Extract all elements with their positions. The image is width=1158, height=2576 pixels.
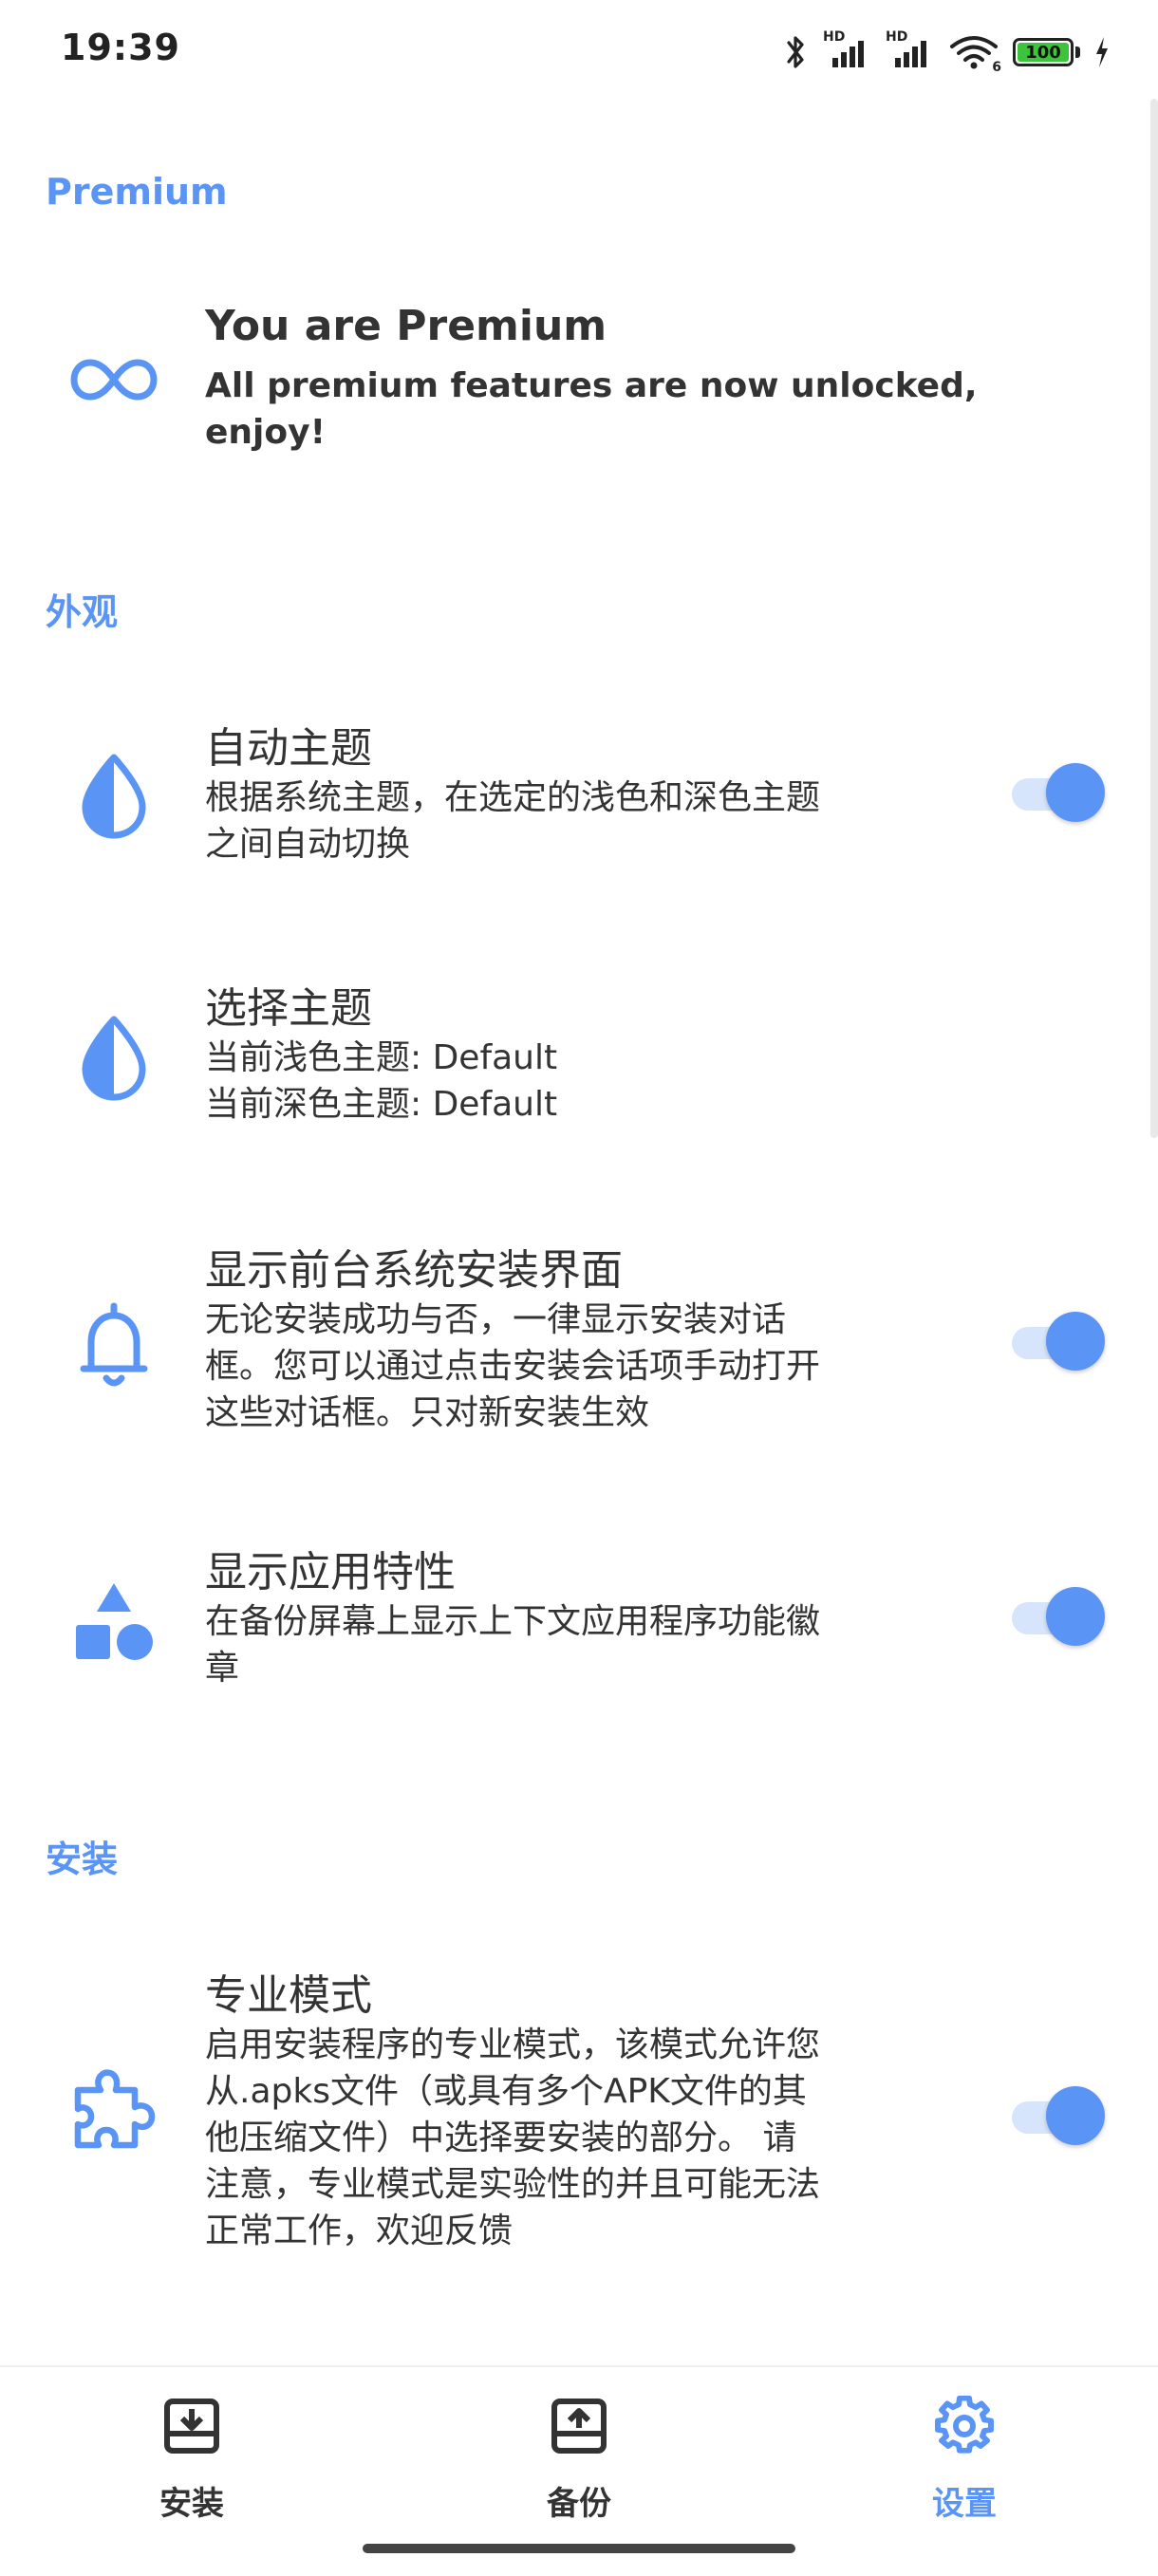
show-app-features-summary: 在备份屏幕上显示上下文应用程序功能徽 章 [205,1598,945,1691]
status-time: 19:39 [61,27,180,68]
signal-2-icon: HD [886,29,935,71]
switch-thumb [1046,2086,1105,2145]
auto-theme-title: 自动主题 [205,724,372,773]
nav-item-settings[interactable]: 设置 [850,2395,1078,2523]
battery-level: 100 [1018,43,1069,63]
choose-theme-summary-line: 当前浅色主题: Default [205,1038,558,1077]
show-installer-ui-summary-line: 无论安装成功与否，一律显示安装对话 [205,1300,787,1339]
show-app-features-title: 显示应用特性 [205,1548,456,1596]
show-installer-ui-summary: 无论安装成功与否，一律显示安装对话 框。您可以通过点击安装会话项手动打开 这些对… [205,1297,945,1436]
wifi-label: 6 [992,60,1001,75]
wifi-icon: 6 [948,33,1001,75]
gear-icon [934,2395,995,2456]
charging-icon [1096,37,1108,67]
shapes-icon [68,1577,159,1669]
auto-theme-pref[interactable]: 自动主题 根据系统主题，在选定的浅色和深色主题 之间自动切换 [0,693,1158,902]
signal-1-icon: HD [823,29,872,71]
show-installer-ui-switch[interactable] [1008,1312,1107,1372]
switch-thumb [1046,763,1105,822]
auto-theme-switch[interactable] [1008,763,1107,824]
switch-thumb [1046,1587,1105,1646]
status-icons: HD HD 6 100 [781,28,1111,76]
pro-mode-summary-line: 注意，专业模式是实验性的并且可能无法 [205,2165,821,2204]
nav-label-install: 安装 [159,2485,224,2523]
backup-tray-icon [549,2396,609,2456]
premium-title: You are Premium [205,302,607,350]
pro-mode-summary-line: 从.apks文件（或具有多个APK文件的其 [205,2072,807,2111]
auto-theme-summary-line: 根据系统主题，在选定的浅色和深色主题 [205,778,821,817]
show-installer-ui-summary-line: 框。您可以通过点击安装会话项手动打开 [205,1347,821,1386]
show-app-features-switch[interactable] [1008,1587,1107,1648]
show-installer-ui-pref[interactable]: 显示前台系统安装界面 无论安装成功与否，一律显示安装对话 框。您可以通过点击安装… [0,1224,1158,1471]
switch-thumb [1046,1312,1105,1371]
pro-mode-summary-line: 启用安装程序的专业模式，该模式允许您 [205,2025,821,2064]
show-installer-ui-summary-line: 这些对话框。只对新安装生效 [205,1393,650,1432]
auto-theme-summary: 根据系统主题，在选定的浅色和深色主题 之间自动切换 [205,775,945,868]
premium-summary-line: enjoy! [205,413,327,452]
pro-mode-switch[interactable] [1008,2086,1107,2147]
bluetooth-icon [787,36,804,68]
nav-label-settings: 设置 [932,2485,997,2523]
drop-half-icon [68,750,159,841]
show-app-features-summary-line: 在备份屏幕上显示上下文应用程序功能徽 [205,1602,821,1641]
show-installer-ui-title: 显示前台系统安装界面 [205,1246,623,1295]
choose-theme-summary-line: 当前深色主题: Default [205,1085,558,1124]
pro-mode-summary-line: 正常工作，欢迎反馈 [205,2212,514,2250]
pro-mode-title: 专业模式 [205,1971,372,2020]
bell-icon [68,1300,159,1391]
premium-summary-line: All premium features are now unlocked, [205,366,978,405]
nav-label-backup: 备份 [547,2485,611,2523]
premium-pref[interactable]: You are Premium All premium features are… [0,275,1158,513]
show-app-features-pref[interactable]: 显示应用特性 在备份屏幕上显示上下文应用程序功能徽 章 [0,1530,1158,1720]
premium-summary: All premium features are now unlocked, e… [205,363,978,456]
status-bar: 19:39 HD HD 6 100 [0,0,1158,104]
nav-item-install[interactable]: 安装 [78,2396,306,2523]
install-tray-icon [161,2396,222,2456]
nav-item-backup[interactable]: 备份 [465,2396,693,2523]
choose-theme-title: 选择主题 [205,984,372,1033]
pro-mode-summary-line: 他压缩文件）中选择要安装的部分。 请 [205,2119,797,2157]
gesture-bar[interactable] [363,2544,795,2553]
battery-icon: 100 [1013,38,1080,66]
infinity-icon [68,334,159,425]
pro-mode-pref[interactable]: 专业模式 启用安装程序的专业模式，该模式允许您 从.apks文件（或具有多个AP… [0,1946,1158,2268]
pro-mode-summary: 启用安装程序的专业模式，该模式允许您 从.apks文件（或具有多个APK文件的其… [205,2022,945,2254]
section-header-install: 安装 [46,1839,119,1880]
show-app-features-summary-line: 章 [205,1649,240,1688]
section-header-appearance: 外观 [46,591,119,633]
puzzle-icon [68,2063,159,2155]
auto-theme-summary-line: 之间自动切换 [205,825,411,864]
choose-theme-pref[interactable]: 选择主题 当前浅色主题: Default 当前深色主题: Default [0,957,1158,1166]
section-header-premium: Premium [46,171,228,213]
drop-half-icon [68,1012,159,1103]
choose-theme-summary: 当前浅色主题: Default 当前深色主题: Default [205,1035,945,1128]
